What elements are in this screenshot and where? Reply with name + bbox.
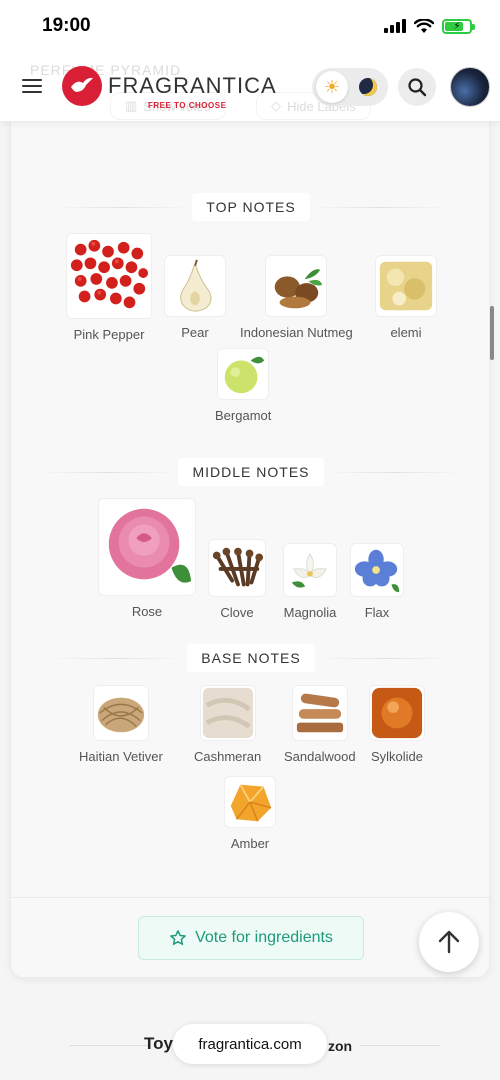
moon-icon[interactable] [352,71,384,103]
vetiver-image [92,685,149,741]
note-label: Indonesian Nutmeg [240,325,353,340]
footer-divider-left [70,1045,150,1046]
footer-ghost-right: zon [328,1038,353,1054]
back-to-top-button[interactable] [419,912,479,972]
note-magnolia[interactable]: Magnolia [283,543,337,620]
note-label: Sandalwood [284,749,356,764]
wifi-icon [414,18,434,33]
note-flax[interactable]: Flax [350,543,404,620]
magnolia-image [283,543,337,597]
user-avatar[interactable] [450,67,490,107]
note-label: Magnolia [283,605,337,620]
note-label: elemi [390,325,422,340]
bergamot-image [217,348,270,400]
note-haitian-vetiver[interactable]: Haitian Vetiver [79,685,163,764]
sylkolide-image [369,685,425,741]
flax-image [350,543,404,597]
scrollbar-thumb[interactable] [490,306,494,360]
footer-ghost-left: Toy [144,1034,173,1053]
note-elemi[interactable]: elemi [375,255,437,340]
note-cashmeran[interactable]: Cashmeran [194,685,261,764]
note-label: Clove [220,605,254,620]
top-notes-heading: TOP NOTES [11,193,491,221]
menu-icon[interactable] [22,79,42,93]
note-label: Rose [131,604,163,619]
clove-image [208,539,266,597]
perfume-pyramid-card: TOP NOTES Pink Pepper Pear Indonesian Nu… [10,90,491,978]
amber-image [224,776,276,828]
sandalwood-image [291,685,348,741]
note-clove[interactable]: Clove [208,539,266,620]
url-text: fragrantica.com [198,1035,302,1053]
rose-image [98,498,196,596]
note-sandalwood[interactable]: Sandalwood [284,685,356,764]
fragrantica-logo[interactable]: FRAGRANTICA FREE TO CHOOSE [62,66,277,110]
cellular-signal-icon [384,19,406,33]
note-label: Pear [181,325,209,340]
note-label: Flax [364,605,390,620]
note-indonesian-nutmeg[interactable]: Indonesian Nutmeg [240,255,353,340]
note-label: Sylkolide [370,749,424,764]
pink-pepper-image [66,233,152,319]
logo-tagline: FREE TO CHOOSE [148,101,227,110]
note-pink-pepper[interactable]: Pink Pepper [66,233,152,342]
note-label: Pink Pepper [73,327,145,342]
status-time: 19:00 [42,15,91,36]
note-sylkolide[interactable]: Sylkolide [369,685,425,764]
cashmeran-image [199,685,256,741]
theme-toggle[interactable]: ☀ [312,68,388,106]
vote-for-ingredients-button[interactable]: Vote for ingredients [138,916,364,960]
logo-bird-icon [62,66,102,106]
note-label: Bergamot [215,408,272,423]
nutmeg-image [265,255,328,317]
middle-notes-heading: MIDDLE NOTES [11,458,491,486]
status-bar: 19:00 ⚡ [0,0,500,52]
vote-label: Vote for ingredients [195,929,333,946]
note-label: Amber [230,836,270,851]
note-label: Haitian Vetiver [79,749,163,764]
site-header: PERFUME PYRAMID ▥ Show votes ◇ Hide Labe… [0,52,500,122]
star-icon [170,930,186,945]
base-notes-title: BASE NOTES [187,644,315,672]
elemi-image [375,255,437,317]
logo-name: FRAGRANTICA [108,73,277,98]
middle-notes-title: MIDDLE NOTES [178,458,324,486]
note-label: Cashmeran [194,749,262,764]
arrow-up-icon [438,930,460,954]
note-bergamot[interactable]: Bergamot [215,348,271,423]
search-icon [408,78,427,97]
browser-url-bar[interactable]: fragrantica.com [173,1024,327,1064]
note-amber[interactable]: Amber [224,776,276,851]
footer-divider-right [360,1045,440,1046]
base-notes-heading: BASE NOTES [11,644,491,672]
status-icons: ⚡ [384,18,475,34]
search-button[interactable] [398,68,436,106]
top-notes-title: TOP NOTES [192,193,310,221]
note-pear[interactable]: Pear [164,255,226,340]
battery-icon: ⚡ [442,18,475,34]
note-rose[interactable]: Rose [98,498,196,619]
pear-image [164,255,226,317]
sun-icon[interactable]: ☀ [316,71,348,103]
